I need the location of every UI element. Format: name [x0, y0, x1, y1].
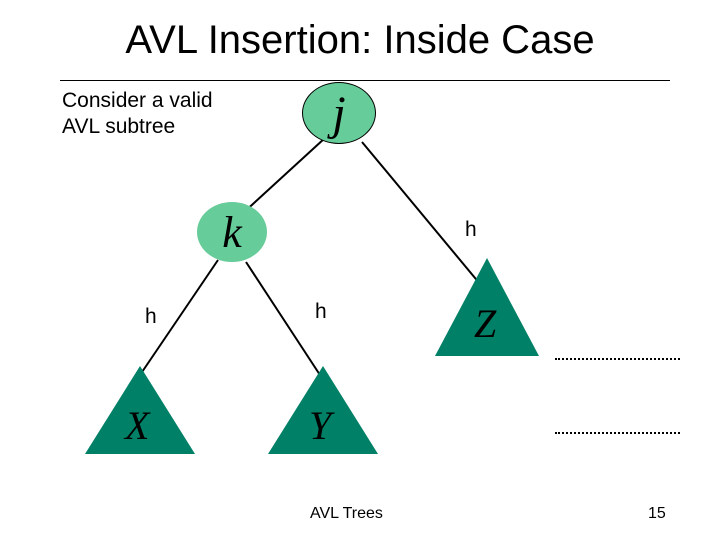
slide: AVL Insertion: Inside Case Consider a va…: [0, 0, 720, 540]
title-rule: [60, 80, 670, 81]
dotted-line-lower: [555, 432, 680, 434]
page-number: 15: [648, 505, 666, 523]
h-label-x: h: [145, 305, 157, 329]
triangle-z-label: Z: [474, 300, 496, 347]
note-line-1: Consider a valid: [62, 89, 213, 112]
h-label-y: h: [315, 300, 327, 324]
slide-title: AVL Insertion: Inside Case: [0, 18, 720, 63]
dotted-line-upper: [555, 358, 680, 360]
node-j: j: [302, 82, 376, 144]
node-k-label: k: [222, 207, 242, 258]
h-label-z: h: [465, 218, 477, 242]
tree-edges: [0, 0, 720, 540]
triangle-y-label: Y: [309, 402, 331, 449]
note-text: Consider a valid AVL subtree: [62, 88, 213, 141]
footer-label: AVL Trees: [310, 505, 383, 523]
triangle-x-label: X: [125, 402, 149, 449]
note-line-2: AVL subtree: [62, 115, 175, 138]
node-k: k: [197, 202, 267, 262]
node-j-label: j: [332, 86, 345, 141]
